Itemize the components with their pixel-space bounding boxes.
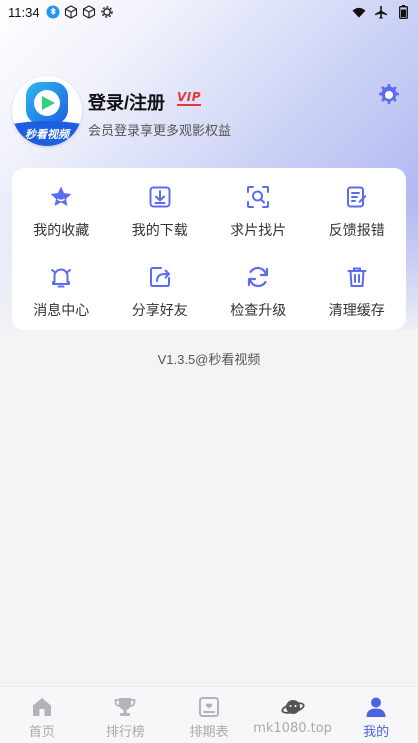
menu-item-share[interactable]: 分享好友	[111, 262, 210, 342]
nav-item-ranking[interactable]: 排行榜	[84, 687, 168, 743]
wifi-icon	[352, 5, 366, 19]
bell-icon	[48, 264, 74, 290]
bottom-nav: 首页 排行榜 排期表 mk1080.top 我的	[0, 686, 418, 743]
search-scan-icon	[245, 184, 271, 210]
nav-item-home[interactable]: 首页	[0, 687, 84, 743]
menu-item-check-update[interactable]: 检查升级	[209, 262, 308, 342]
share-icon	[147, 264, 173, 290]
menu-label: 清理缓存	[328, 303, 385, 319]
user-icon	[364, 695, 388, 719]
avatar-caption: 秒看视频	[25, 128, 71, 141]
nav-item-site[interactable]: mk1080.top	[251, 687, 335, 743]
nav-item-mine[interactable]: 我的	[334, 687, 418, 743]
bluetooth-badge-icon	[46, 5, 60, 19]
airplane-icon	[374, 5, 388, 19]
menu-label: 分享好友	[131, 303, 188, 319]
menu-label: 我的收藏	[33, 223, 90, 239]
gear-icon[interactable]	[375, 82, 401, 108]
trophy-icon	[113, 695, 137, 719]
cube-icon	[82, 5, 96, 19]
login-register-title[interactable]: 登录/注册	[88, 89, 165, 115]
nav-label: 排行榜	[105, 725, 145, 740]
planet-icon	[281, 695, 305, 719]
cube-icon	[64, 5, 78, 19]
menu-item-feedback[interactable]: 反馈报错	[308, 182, 407, 262]
version-text: V1.3.5@秒看视频	[157, 352, 261, 367]
nav-label: 我的	[363, 725, 390, 740]
nav-label: 首页	[28, 725, 55, 740]
status-bar: 11:34	[0, 0, 418, 24]
menu-label: 消息中心	[33, 303, 90, 319]
feedback-edit-icon	[344, 184, 370, 210]
menu-item-request-movie[interactable]: 求片找片	[209, 182, 308, 262]
nav-item-schedule[interactable]: 排期表	[167, 687, 251, 743]
menu-label: 反馈报错	[328, 223, 385, 239]
home-icon	[30, 695, 54, 719]
nav-label: 排期表	[189, 725, 229, 740]
download-icon	[147, 184, 173, 210]
menu-label: 我的下载	[131, 223, 188, 239]
profile-header[interactable]: 秒看视频 登录/注册 VIP 会员登录享更多观影权益	[12, 76, 406, 146]
refresh-icon	[245, 264, 271, 290]
trash-icon	[344, 264, 370, 290]
login-subtitle: 会员登录享更多观影权益	[88, 124, 232, 139]
app-logo-avatar[interactable]: 秒看视频	[12, 76, 82, 146]
battery-icon	[396, 5, 410, 19]
menu-item-favorites[interactable]: 我的收藏	[12, 182, 111, 262]
schedule-icon	[197, 695, 221, 719]
menu-item-messages[interactable]: 消息中心	[12, 262, 111, 342]
menu-item-clear-cache[interactable]: 清理缓存	[308, 262, 407, 342]
vip-badge: VIP	[177, 90, 202, 106]
menu-label: 检查升级	[230, 303, 287, 319]
nav-label: mk1080.top	[253, 721, 332, 736]
star-icon	[48, 184, 74, 210]
menu-card: 我的收藏 我的下载 求片找片 反馈报错 消息中心 分享好友 检查升级 清理缓存	[12, 168, 406, 330]
menu-label: 求片找片	[230, 223, 287, 239]
settings-small-icon	[100, 5, 114, 19]
menu-grid: 我的收藏 我的下载 求片找片 反馈报错 消息中心 分享好友 检查升级 清理缓存	[12, 168, 406, 342]
status-time: 11:34	[8, 4, 40, 20]
menu-item-downloads[interactable]: 我的下载	[111, 182, 210, 262]
